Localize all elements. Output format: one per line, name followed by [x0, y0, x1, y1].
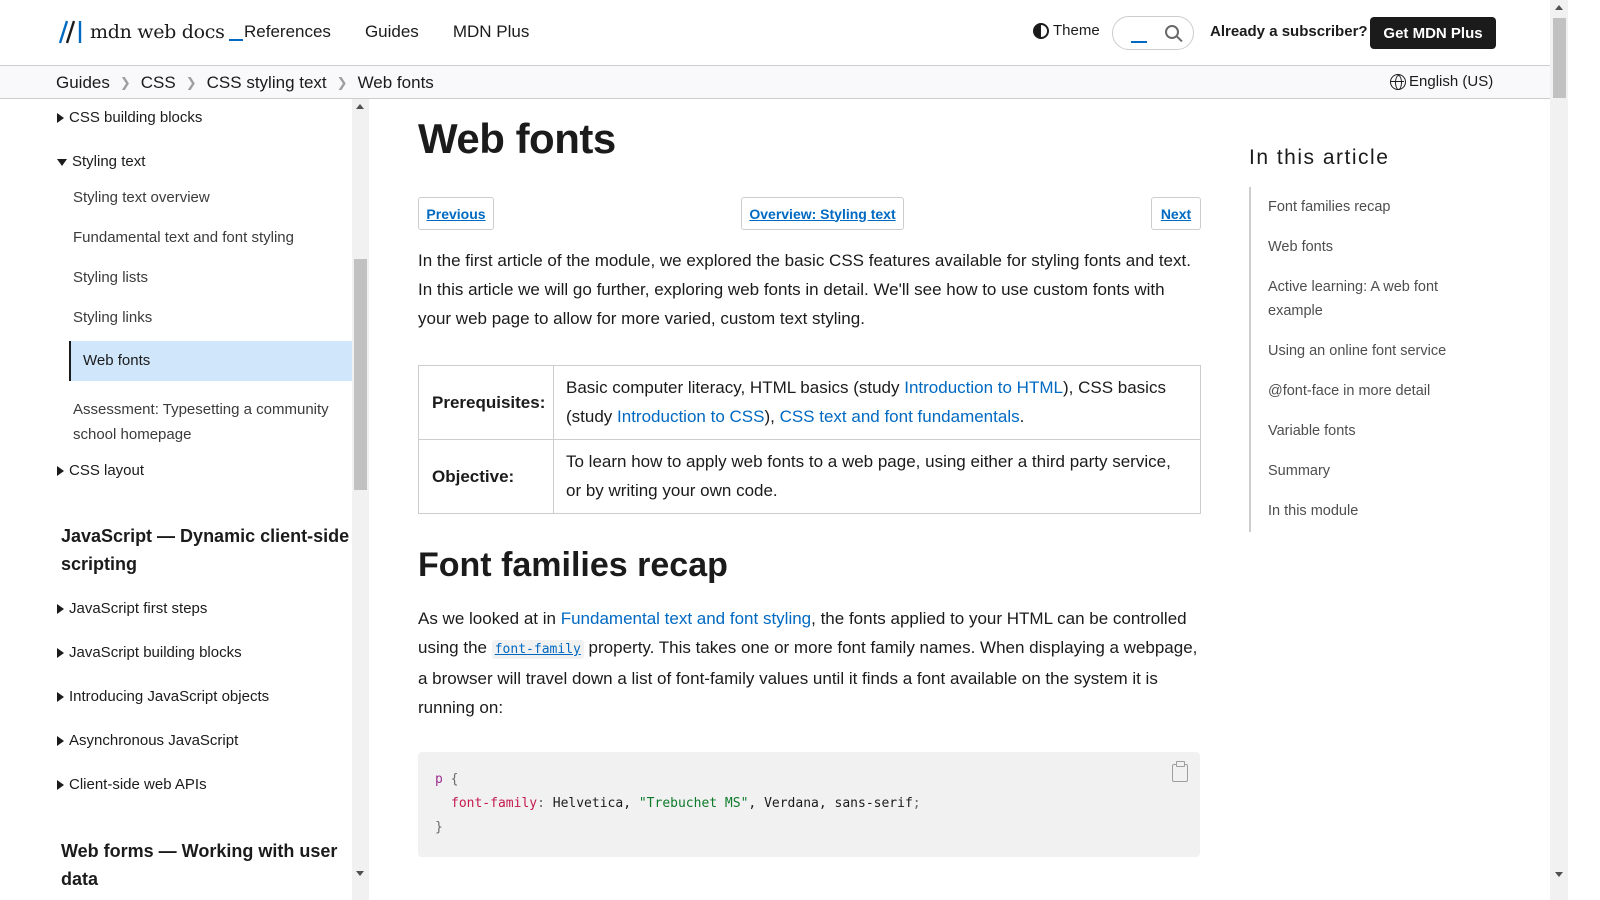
code-line: }	[435, 820, 443, 835]
get-mdn-plus-button[interactable]: Get MDN Plus	[1370, 17, 1496, 49]
previous-button[interactable]: Previous	[418, 197, 494, 230]
sidebar-item-fundamental-text[interactable]: Fundamental text and font styling	[73, 229, 294, 246]
chevron-right-icon: ❯	[336, 75, 348, 90]
sidebar-item-label: Web fonts	[83, 352, 151, 369]
link-css-text-fundamentals[interactable]: CSS text and font fundamentals	[780, 407, 1020, 426]
sidebar-item-assessment[interactable]: Assessment: Typesetting a community scho…	[73, 397, 329, 447]
sidebar-item-web-fonts[interactable]: Web fonts	[69, 341, 352, 381]
sidebar-item-js-first-steps[interactable]: JavaScript first steps	[57, 600, 207, 617]
prerequisites-label: Prerequisites:	[418, 365, 554, 440]
table-row: Objective: To learn how to apply web fon…	[418, 439, 1201, 514]
sidebar-scrollbar[interactable]	[352, 99, 369, 900]
caret-right-icon	[57, 692, 64, 703]
intro-paragraph: In the first article of the module, we e…	[418, 251, 1191, 328]
chevron-right-icon: ❯	[119, 75, 131, 90]
nav-mdn-plus[interactable]: MDN Plus	[453, 22, 530, 42]
caret-right-icon	[57, 780, 64, 791]
breadcrumb-web-fonts[interactable]: Web fonts	[358, 73, 434, 93]
globe-icon	[1390, 73, 1406, 90]
toc-item-web-fonts[interactable]: Web fonts	[1268, 235, 1468, 259]
code-line: font-family: Helvetica, "Trebuchet MS", …	[451, 796, 921, 811]
language-switcher[interactable]: English (US)	[1390, 73, 1493, 90]
subscriber-login-link[interactable]: Already a subscriber?	[1210, 23, 1368, 40]
code-line: p {	[435, 772, 459, 787]
toc-item-online-font-service[interactable]: Using an online font service	[1268, 339, 1468, 363]
toc-item-in-this-module[interactable]: In this module	[1268, 499, 1468, 523]
toc-item-variable-fonts[interactable]: Variable fonts	[1268, 419, 1468, 443]
breadcrumb: Guides ❯ CSS ❯ CSS styling text ❯ Web fo…	[56, 73, 434, 93]
caret-down-icon	[57, 158, 67, 166]
page-scrollbar[interactable]	[1550, 0, 1568, 900]
toc-title: In this article	[1249, 146, 1390, 169]
breadcrumb-css[interactable]: CSS	[141, 73, 176, 93]
mdn-logo[interactable]: mdn web docs	[58, 20, 243, 44]
section-heading: Font families recap	[418, 546, 728, 584]
sidebar-item-styling-lists[interactable]: Styling lists	[73, 269, 148, 286]
nav-guides[interactable]: Guides	[365, 22, 419, 42]
logo-text: mdn web docs	[90, 21, 225, 43]
scroll-down-icon[interactable]	[356, 871, 364, 876]
language-label: English (US)	[1409, 73, 1494, 90]
scroll-down-icon[interactable]	[1555, 872, 1563, 877]
sidebar-item-client-side-apis[interactable]: Client-side web APIs	[57, 776, 207, 793]
caret-right-icon	[57, 466, 64, 477]
copy-icon[interactable]	[1172, 761, 1188, 782]
sidebar: CSS building blocks Styling text Styling…	[0, 99, 352, 900]
page-title: Web fonts	[418, 115, 616, 162]
logo-cursor	[228, 39, 243, 41]
sidebar-item-styling-text-overview[interactable]: Styling text overview	[73, 189, 210, 206]
next-button[interactable]: Next	[1151, 197, 1201, 230]
toc-item-active-learning[interactable]: Active learning: A web font example	[1268, 275, 1468, 323]
caret-right-icon	[57, 113, 64, 124]
sidebar-item-css-layout[interactable]: CSS layout	[57, 462, 144, 479]
breadcrumb-css-styling-text[interactable]: CSS styling text	[207, 73, 327, 93]
window-gutter	[1568, 0, 1600, 900]
overview-button[interactable]: Overview: Styling text	[741, 197, 904, 230]
search-icon[interactable]	[1165, 25, 1179, 39]
search-caret	[1131, 41, 1147, 43]
search-input[interactable]	[1112, 16, 1194, 50]
sidebar-item-styling-links[interactable]: Styling links	[73, 309, 152, 326]
sidebar-item-styling-text[interactable]: Styling text	[57, 153, 145, 170]
code-block: p { font-family: Helvetica, "Trebuchet M…	[418, 752, 1200, 857]
caret-right-icon	[57, 604, 64, 615]
nav-references[interactable]: References	[244, 22, 331, 42]
sidebar-item-js-objects[interactable]: Introducing JavaScript objects	[57, 688, 269, 705]
link-intro-css[interactable]: Introduction to CSS	[617, 407, 764, 426]
font-family-code-link[interactable]: font-family	[491, 640, 584, 659]
sidebar-heading-javascript[interactable]: JavaScript — Dynamic client-side scripti…	[61, 522, 351, 578]
link-fundamental-text[interactable]: Fundamental text and font styling	[561, 609, 811, 628]
main-nav: References Guides MDN Plus	[244, 22, 563, 42]
sidebar-item-async-js[interactable]: Asynchronous JavaScript	[57, 732, 238, 749]
mdn-logo-icon	[58, 20, 82, 44]
toc-item-font-families-recap[interactable]: Font families recap	[1268, 195, 1468, 219]
table-row: Prerequisites: Basic computer literacy, …	[418, 365, 1201, 440]
link-intro-html[interactable]: Introduction to HTML	[904, 378, 1063, 397]
toc-item-font-face[interactable]: @font-face in more detail	[1268, 379, 1468, 403]
prerequisites-value: Basic computer literacy, HTML basics (st…	[553, 365, 1201, 440]
sidebar-scroll-thumb[interactable]	[354, 259, 367, 490]
theme-label: Theme	[1053, 22, 1100, 39]
caret-right-icon	[57, 648, 64, 659]
scroll-up-icon[interactable]	[356, 104, 364, 109]
page-scroll-thumb[interactable]	[1553, 18, 1566, 98]
table-of-contents: Font families recap Web fonts Active lea…	[1249, 187, 1479, 532]
breadcrumb-bar: Guides ❯ CSS ❯ CSS styling text ❯ Web fo…	[0, 66, 1550, 99]
theme-icon	[1033, 22, 1049, 39]
breadcrumb-guides[interactable]: Guides	[56, 73, 110, 93]
chevron-right-icon: ❯	[185, 75, 197, 90]
objective-value: To learn how to apply web fonts to a web…	[553, 439, 1201, 514]
toc-item-summary[interactable]: Summary	[1268, 459, 1468, 483]
sidebar-item-css-building-blocks[interactable]: CSS building blocks	[57, 109, 202, 126]
theme-switcher[interactable]: Theme	[1033, 22, 1100, 39]
prerequisites-table: Prerequisites: Basic computer literacy, …	[418, 365, 1201, 514]
caret-right-icon	[57, 736, 64, 747]
section-paragraph: As we looked at in Fundamental text and …	[418, 609, 1198, 717]
objective-label: Objective:	[418, 439, 554, 514]
sidebar-item-js-building-blocks[interactable]: JavaScript building blocks	[57, 644, 242, 661]
sidebar-heading-web-forms[interactable]: Web forms — Working with user data	[61, 837, 351, 893]
site-header: mdn web docs References Guides MDN Plus …	[0, 0, 1582, 66]
scroll-up-icon[interactable]	[1555, 5, 1563, 10]
